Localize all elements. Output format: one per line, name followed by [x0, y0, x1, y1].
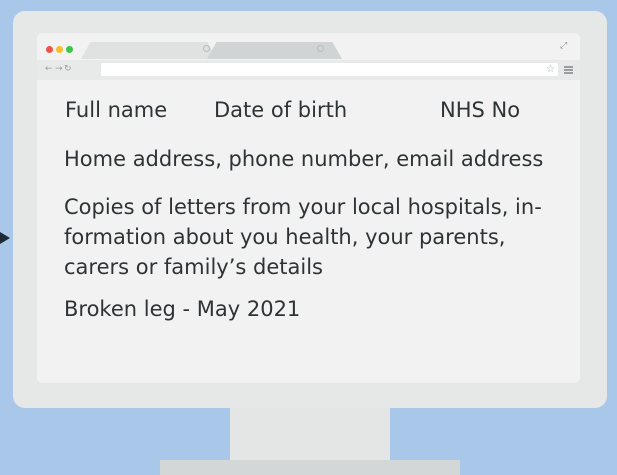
reload-icon[interactable]: ↻ [64, 63, 72, 75]
letters-line: Copies of letters from your local hospit… [64, 195, 542, 219]
browser-tab-2[interactable] [207, 42, 342, 59]
nhs-number-label: NHS No [440, 98, 521, 122]
expand-icon[interactable]: ⤢ [560, 41, 570, 51]
star-icon[interactable]: ☆ [546, 63, 555, 76]
menu-icon[interactable] [564, 66, 573, 74]
medical-event-text: Broken leg - May 2021 [64, 297, 301, 321]
identity-row: Full name Date of birth NHS No [64, 95, 569, 125]
maximize-dot-icon[interactable] [66, 46, 73, 53]
forward-arrow-icon[interactable]: → [55, 63, 63, 75]
back-arrow-icon[interactable]: ← [45, 63, 53, 75]
tab-close-icon[interactable] [317, 45, 324, 52]
address-bar[interactable]: ☆ [101, 63, 558, 76]
browser-tab-1[interactable] [81, 42, 217, 59]
monitor-stand-base [160, 460, 460, 475]
letters-line: formation about you health, your parents… [64, 225, 506, 249]
contact-details-text: Home address, phone number, email addres… [64, 147, 544, 171]
health-record-content: Full name Date of birth NHS No Home addr… [64, 95, 569, 324]
letters-paragraph: Copies of letters from your local hospit… [64, 192, 569, 282]
letters-line: carers or family’s details [64, 255, 323, 279]
arrow-pointer-icon [0, 232, 10, 244]
tab-close-icon[interactable] [203, 45, 210, 52]
minimize-dot-icon[interactable] [56, 46, 63, 53]
browser-toolbar: ← → ↻ ☆ [37, 60, 580, 80]
close-dot-icon[interactable] [46, 46, 53, 53]
date-of-birth-label: Date of birth [214, 98, 348, 122]
monitor-stand-neck [230, 408, 390, 463]
tab-bar: ⤢ [37, 33, 580, 60]
full-name-label: Full name [65, 98, 168, 122]
browser-window: ⤢ ← → ↻ ☆ Full name Date of birth NHS No… [37, 33, 580, 383]
